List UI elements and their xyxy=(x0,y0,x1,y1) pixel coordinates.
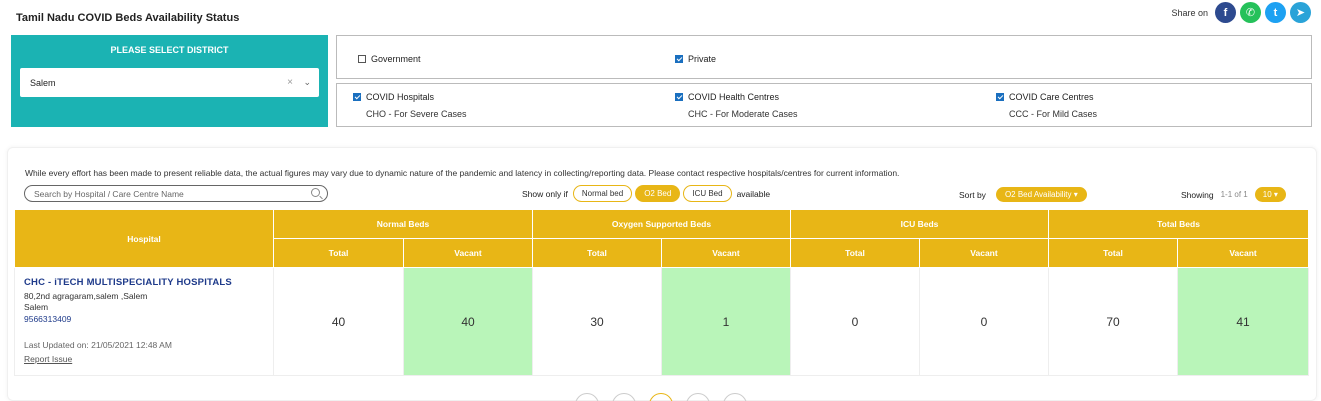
page-size-dropdown[interactable]: 10 ▾ xyxy=(1254,187,1286,202)
clear-icon[interactable]: × xyxy=(287,77,293,88)
header-hospital: Hospital xyxy=(14,209,274,268)
subheader-total: Total xyxy=(790,238,920,268)
subheader-total: Total xyxy=(532,238,662,268)
sort-control: Sort by O2 Bed Availability ▾ xyxy=(959,187,1087,202)
total-vacant-cell: 41 xyxy=(1177,267,1310,376)
search-icon[interactable] xyxy=(311,188,320,197)
pagination xyxy=(575,393,747,401)
chevron-down-icon[interactable]: ⌄ xyxy=(303,77,311,88)
header-icu-beds: ICU Beds xyxy=(789,209,1050,239)
icu-total-cell: 0 xyxy=(790,267,920,376)
twitter-icon[interactable]: t xyxy=(1265,2,1286,23)
showing-count: 1-1 of 1 xyxy=(1220,190,1248,199)
subheader-vacant: Vacant xyxy=(403,238,533,268)
showing-label: Showing xyxy=(1181,189,1214,200)
page-next-button[interactable] xyxy=(686,393,710,401)
icu-vacant-cell: 0 xyxy=(918,267,1050,376)
search-input[interactable] xyxy=(34,188,304,199)
disclaimer-text: While every effort has been made to pres… xyxy=(25,168,900,178)
checkbox-label: COVID Hospitals xyxy=(366,92,435,102)
table-row: CHC - iTECH MULTISPECIALITY HOSPITALS 80… xyxy=(14,267,1310,376)
checkbox-sublabel: CHC - For Moderate Cases xyxy=(688,109,798,119)
filter-o2-bed[interactable]: O2 Bed xyxy=(635,185,681,202)
telegram-icon[interactable]: ➤ xyxy=(1290,2,1311,23)
checkbox-covid-hospitals[interactable]: COVID Hospitals CHO - For Severe Cases xyxy=(353,92,467,119)
header-total-beds: Total Beds xyxy=(1048,209,1310,239)
district-title: PLEASE SELECT DISTRICT xyxy=(110,45,229,55)
checkbox-sublabel: CHO - For Severe Cases xyxy=(366,109,467,119)
sort-dropdown[interactable]: O2 Bed Availability ▾ xyxy=(995,187,1087,202)
subheader-vacant: Vacant xyxy=(918,238,1050,268)
normal-total-cell: 40 xyxy=(273,267,404,376)
last-updated: Last Updated on: 21/05/2021 12:48 AM xyxy=(24,340,172,350)
subheader-total: Total xyxy=(273,238,404,268)
filter-icu-bed[interactable]: ICU Bed xyxy=(683,185,732,202)
subheader-vacant: Vacant xyxy=(1177,238,1310,268)
whatsapp-icon[interactable]: ✆ xyxy=(1240,2,1261,23)
hospital-address: 80,2nd agragaram,salem ,Salem xyxy=(24,291,148,301)
facility-category-filter: COVID Hospitals CHO - For Severe Cases C… xyxy=(336,83,1312,127)
o2-vacant-cell: 1 xyxy=(661,267,791,376)
filter-normal-bed[interactable]: Normal bed xyxy=(572,185,633,202)
pagination-info: Showing 1-1 of 1 10 ▾ xyxy=(1181,187,1286,202)
checkbox-government[interactable]: Government xyxy=(358,54,421,64)
share-bar: Share on f ✆ t ➤ xyxy=(1171,2,1311,23)
checkbox-label: COVID Care Centres xyxy=(1009,92,1094,102)
district-select[interactable]: Salem × ⌄ xyxy=(20,68,319,97)
covid-care-centres-checkbox-icon[interactable] xyxy=(996,93,1004,101)
page-first-button[interactable] xyxy=(575,393,599,401)
subheader-vacant: Vacant xyxy=(661,238,791,268)
covid-hospitals-checkbox-icon[interactable] xyxy=(353,93,361,101)
checkbox-label: Private xyxy=(688,54,717,64)
header-normal-beds: Normal Beds xyxy=(273,209,533,239)
hospital-district: Salem xyxy=(24,302,49,312)
district-selected-value: Salem xyxy=(30,77,56,88)
hospital-cell: CHC - iTECH MULTISPECIALITY HOSPITALS 80… xyxy=(14,267,274,376)
filter-suffix: available xyxy=(736,188,771,199)
page-current-button[interactable] xyxy=(649,393,673,401)
hospital-phone[interactable]: 9566313409 xyxy=(24,314,264,325)
government-checkbox-icon[interactable] xyxy=(358,55,366,63)
o2-total-cell: 30 xyxy=(532,267,662,376)
facebook-icon[interactable]: f xyxy=(1215,2,1236,23)
facility-type-filter: Government Private xyxy=(336,35,1312,79)
report-issue-link[interactable]: Report Issue xyxy=(24,354,72,364)
search-box[interactable] xyxy=(24,185,328,202)
checkbox-covid-care-centres[interactable]: COVID Care Centres CCC - For Mild Cases xyxy=(996,92,1097,119)
private-checkbox-icon[interactable] xyxy=(675,55,683,63)
checkbox-label: Government xyxy=(371,54,421,64)
checkbox-covid-health-centres[interactable]: COVID Health Centres CHC - For Moderate … xyxy=(675,92,798,119)
checkbox-label: COVID Health Centres xyxy=(688,92,780,102)
beds-table: Hospital Normal Beds Oxygen Supported Be… xyxy=(14,209,1310,376)
sort-label: Sort by xyxy=(959,189,986,200)
subheader-total: Total xyxy=(1048,238,1179,268)
checkbox-sublabel: CCC - For Mild Cases xyxy=(1009,109,1098,119)
covid-health-centres-checkbox-icon[interactable] xyxy=(675,93,683,101)
header-oxygen-beds: Oxygen Supported Beds xyxy=(532,209,791,239)
total-total-cell: 70 xyxy=(1048,267,1179,376)
page-title: Tamil Nadu COVID Beds Availability Statu… xyxy=(16,12,240,24)
district-panel: PLEASE SELECT DISTRICT Salem × ⌄ xyxy=(11,35,328,127)
bed-type-filter: Show only if Normal bed O2 Bed ICU Bed a… xyxy=(522,185,770,202)
page-last-button[interactable] xyxy=(723,393,747,401)
checkbox-private[interactable]: Private xyxy=(675,54,716,64)
hospital-name[interactable]: CHC - iTECH MULTISPECIALITY HOSPITALS xyxy=(24,277,264,288)
share-label: Share on xyxy=(1171,7,1208,18)
normal-vacant-cell: 40 xyxy=(403,267,533,376)
page-prev-button[interactable] xyxy=(612,393,636,401)
filter-prefix: Show only if xyxy=(522,188,568,199)
